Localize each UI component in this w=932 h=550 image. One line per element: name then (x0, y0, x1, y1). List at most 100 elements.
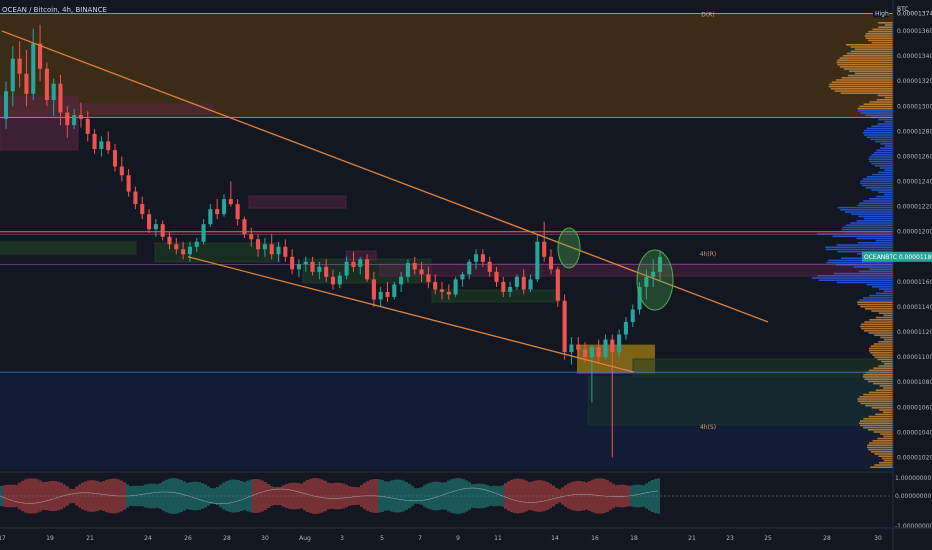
volume-profile-bar (875, 239, 893, 242)
currency-label[interactable]: BTC (897, 6, 909, 13)
candle-body (140, 204, 145, 215)
candle-body (153, 224, 158, 230)
candle-body (133, 191, 138, 205)
volume-profile-bar (853, 266, 893, 268)
volume-profile-bar (874, 165, 893, 167)
candle-body (460, 274, 465, 280)
x-tick-label: 28 (823, 535, 831, 542)
candle-body (194, 241, 199, 247)
level-label: 4h(S) (700, 424, 716, 431)
highlight-circle (636, 249, 674, 311)
candle-body (535, 241, 540, 280)
order-block-box (379, 263, 893, 277)
volume-profile-bar (871, 125, 893, 127)
candle-body (426, 274, 431, 282)
volume-profile-bar (864, 308, 893, 310)
highlight-circle (557, 227, 581, 269)
y-tick-label: 0.00001160 (897, 279, 932, 286)
y-tick-label: 0.00001140 (897, 304, 932, 311)
candle-body (85, 118, 90, 134)
candle-body (555, 269, 560, 301)
y-tick-label: 0.00001120 (897, 329, 932, 336)
candle-body (208, 209, 213, 225)
y-tick-label: 0.00001100 (897, 354, 932, 361)
chart-zones (0, 13, 893, 470)
candle-body (51, 83, 56, 101)
volume-profile-bar (868, 30, 893, 33)
order-block-box (587, 376, 889, 426)
volume-profile-bar (856, 237, 893, 240)
candle-body (310, 261, 315, 272)
x-tick-label: 24 (144, 535, 152, 542)
volume-profile-bar (869, 101, 893, 103)
volume-profile-bar (874, 453, 893, 455)
y-tick-label: 0.00001060 (897, 404, 932, 411)
candle-body (324, 266, 329, 277)
volume-profile-bar (871, 154, 893, 156)
volume-profile-bar (867, 444, 893, 446)
candle-body (296, 264, 301, 270)
y-tick-label: 0.00001280 (897, 128, 932, 135)
candle-body (365, 259, 370, 280)
volume-profile-bar (876, 149, 893, 152)
oscillator-tick-label: 1.00000000 (895, 475, 931, 482)
volume-profile-bar (878, 26, 893, 28)
candle-body (187, 246, 192, 255)
x-tick-label: 7 (418, 535, 422, 542)
volume-profile-bar (869, 268, 893, 270)
volume-profile-bar (863, 297, 893, 299)
volume-profile-bar (860, 424, 893, 427)
candle-body (548, 256, 554, 270)
order-block-box (154, 242, 281, 263)
x-tick-label: 3 (340, 535, 344, 542)
volume-profile-bar (870, 352, 893, 354)
volume-profile-bar (883, 338, 893, 341)
volume-profile-bar (859, 299, 893, 301)
volume-profile-bar (857, 303, 893, 306)
volume-profile-bar (875, 413, 893, 416)
volume-profile-bar (868, 369, 893, 372)
candle-body (474, 254, 479, 262)
volume-profile-bar (867, 429, 893, 431)
candle-body (351, 261, 356, 267)
volume-profile-bar (832, 235, 893, 237)
volume-profile-bar (868, 349, 893, 352)
chart-title: OCEAN / Bitcoin, 4h, BINANCE (2, 6, 107, 14)
level-label: D(R) (701, 11, 714, 18)
volume-profile-bar (841, 77, 893, 79)
volume-profile-bar (857, 110, 893, 112)
candle-body (330, 276, 336, 285)
volume-profile-bar (836, 244, 893, 246)
volume-profile-bar (875, 316, 893, 319)
volume-profile-bar (877, 94, 893, 97)
candle-body (405, 263, 410, 277)
volume-profile-bar (868, 158, 893, 160)
volume-profile-bar (882, 411, 893, 413)
volume-profile-bar (865, 187, 893, 189)
x-tick-label: 30 (261, 535, 269, 542)
x-tick-label: 17 (0, 535, 6, 542)
volume-profile-bar (845, 44, 893, 46)
volume-profile-bar (879, 409, 893, 411)
volume-profile-bar (872, 440, 893, 442)
volume-profile-bar (879, 385, 893, 387)
volume-profile-bar (884, 193, 893, 196)
x-tick-label: 11 (494, 535, 502, 542)
volume-profile-bar (868, 448, 893, 451)
volume-profile-bar (854, 72, 893, 75)
oscillator-panel (0, 471, 932, 518)
candle-body (228, 199, 233, 205)
volume-profile-bar (850, 46, 893, 48)
volume-profile-bar (857, 204, 893, 207)
volume-profile-bar (866, 127, 893, 130)
candle-body (623, 322, 628, 335)
volume-profile-bar (870, 345, 893, 347)
volume-profile-bar (845, 224, 893, 226)
x-tick-label: 25 (764, 535, 772, 542)
volume-profile-bar (867, 380, 893, 383)
candle-body (419, 269, 424, 275)
volume-profile-bar (834, 272, 893, 275)
volume-profile-bar (857, 400, 893, 402)
order-block-box (431, 289, 561, 303)
tradingview-chart[interactable]: D(R) 4h(R) 4h(S) 0.00001360 0.00001340 0.000… (0, 0, 932, 550)
